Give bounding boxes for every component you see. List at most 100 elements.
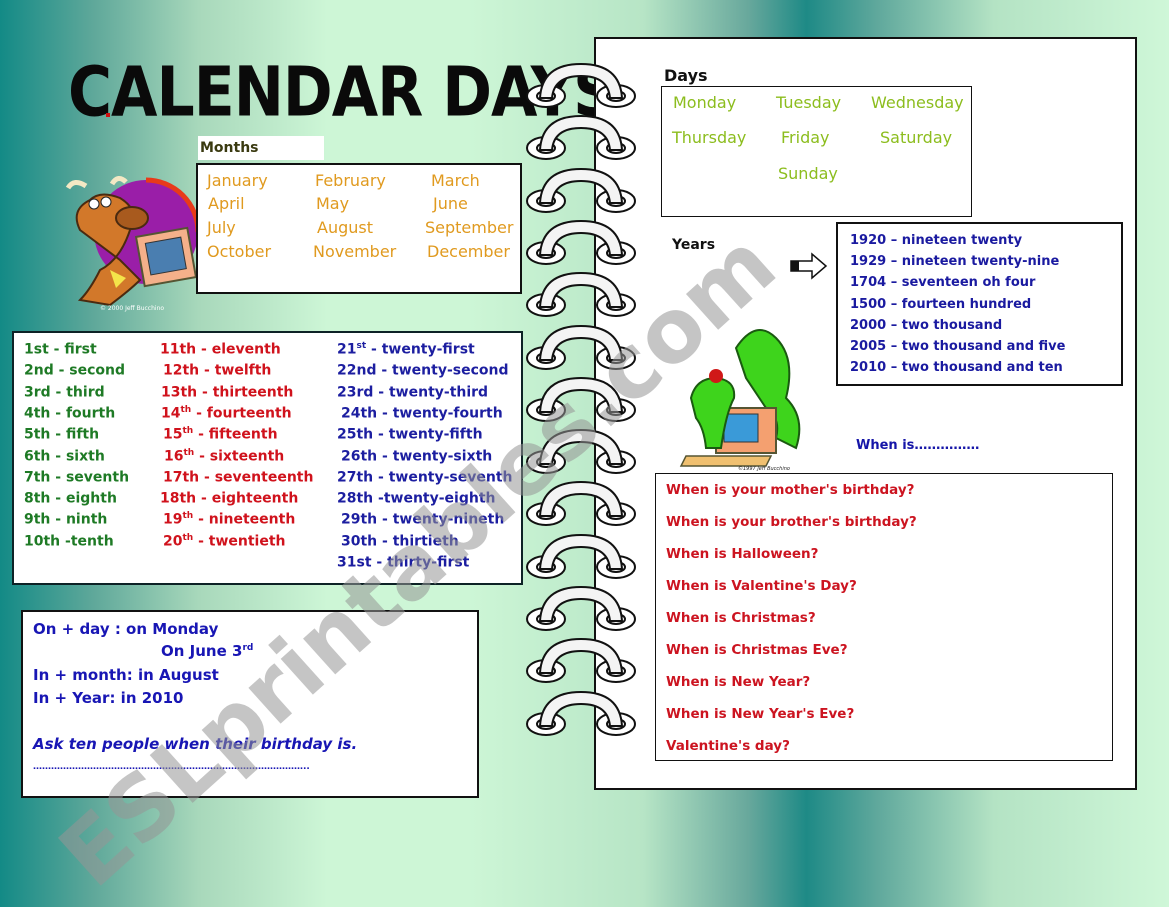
ordinal-item: 14th - fourteenth	[161, 405, 292, 422]
rule-on-date-sup: rd	[242, 643, 254, 653]
days-box: Monday Tuesday Wednesday Thursday Friday…	[661, 86, 972, 217]
ordinal-number: 15	[163, 426, 183, 443]
when-is-heading: When is……………	[856, 438, 980, 453]
month-december: December	[427, 242, 510, 261]
spiral-ring-icon	[522, 58, 640, 110]
ordinal-item: 8th - eighth	[24, 490, 117, 507]
ordinal-word: - twenty-nineth	[377, 512, 505, 529]
ordinal-word: - second	[53, 362, 126, 379]
dragon-computer-illustration: ©1997 Jeff Bucchino	[676, 318, 806, 472]
ordinal-word: - thirteenth	[197, 384, 294, 401]
ordinal-number: 14	[161, 405, 181, 422]
ordinal-suffix: th	[182, 426, 194, 437]
spiral-ring-icon	[522, 529, 640, 581]
ordinal-number: 7th	[24, 469, 51, 486]
month-july: July	[207, 218, 236, 237]
question-item: When is Christmas Eve?	[666, 642, 848, 658]
ordinal-number: 24th	[341, 405, 378, 422]
question-item: When is Valentine's Day?	[666, 578, 857, 594]
ordinal-word: - twelfth	[199, 362, 272, 379]
ordinal-number: 29th	[341, 512, 378, 529]
ordinal-item: 26th - twenty-sixth	[341, 448, 493, 465]
ordinal-number: 28th	[337, 490, 374, 507]
cow-credit: © 2000 Jeff Bucchino	[100, 305, 164, 312]
ordinal-number: 2nd	[24, 362, 54, 379]
ordinal-item: 18th - eighteenth	[160, 490, 298, 507]
ordinal-item: 24th - twenty-fourth	[341, 405, 503, 422]
prepositions-box: On + day : on Monday On June 3rd In + mo…	[21, 610, 479, 798]
ordinal-suffix: st	[356, 341, 367, 351]
spiral-ring-icon	[522, 686, 640, 738]
ordinal-number: 6th	[24, 448, 51, 465]
year-item: 1920 – nineteen twenty	[850, 233, 1023, 248]
spiral-ring-icon	[522, 320, 640, 372]
ordinal-word: -tenth	[60, 533, 114, 550]
ordinal-number: 18th	[160, 490, 197, 507]
ordinal-word: - twenty-second	[376, 362, 509, 379]
day-thursday: Thursday	[672, 128, 747, 147]
ordinal-word: - twenty-third	[373, 384, 489, 401]
ordinal-item: 31st - thirty-first	[337, 554, 469, 571]
ordinal-word: - sixth	[50, 448, 105, 465]
ordinal-word: - third	[50, 384, 105, 401]
ordinal-word: - twenty-sixth	[377, 448, 493, 465]
ordinal-number: 25th	[337, 426, 374, 443]
ordinal-number: 30th	[341, 533, 378, 550]
ordinal-item: 16th - sixteenth	[164, 448, 284, 465]
spiral-ring-icon	[522, 372, 640, 424]
ordinal-number: 22nd	[337, 362, 377, 379]
ordinal-item: 22nd - twenty-second	[337, 362, 509, 379]
ordinal-item: 7th - seventh	[24, 469, 129, 486]
month-november: November	[313, 242, 397, 261]
ordinal-word: - twenty-first	[366, 341, 475, 358]
ordinal-item: 3rd - third	[24, 384, 105, 401]
task-instruction: Ask ten people when their birthday is.	[33, 735, 358, 753]
cow-computer-illustration: © 2000 Jeff Bucchino	[60, 170, 201, 315]
months-label: Months	[198, 136, 324, 160]
ordinal-word: - thirtieth	[377, 533, 459, 550]
day-sunday: Sunday	[778, 164, 838, 183]
question-item: When is Christmas?	[666, 610, 816, 626]
month-october: October	[207, 242, 272, 261]
year-item: 2010 – two thousand and ten	[850, 360, 1063, 375]
ordinal-suffix: th	[180, 404, 192, 415]
ordinal-number: 17th	[163, 469, 200, 486]
ordinal-number: 16	[164, 448, 184, 465]
ordinal-number: 21	[337, 341, 357, 358]
answer-line[interactable]: ………………………………………………………………………………..	[33, 762, 310, 772]
ordinal-item: 11th - eleventh	[160, 341, 281, 358]
question-item: When is your brother's birthday?	[666, 514, 917, 530]
spiral-ring-icon	[522, 581, 640, 633]
rule-on-date: On June 3rd	[161, 642, 253, 660]
ordinal-number: 3rd	[24, 384, 51, 401]
question-item: When is New Year's Eve?	[666, 706, 855, 722]
ordinal-word: -twenty-eighth	[373, 490, 496, 507]
ordinal-number: 10th	[24, 533, 61, 550]
question-item: When is Halloween?	[666, 546, 819, 562]
ordinal-item: 13th - thirteenth	[161, 384, 294, 401]
ordinal-item: 10th -tenth	[24, 533, 114, 550]
month-april: April	[208, 194, 245, 213]
questions-box: When is your mother's birthday? When is …	[655, 473, 1113, 761]
ordinal-item: 12th - twelfth	[163, 362, 271, 379]
year-item: 2005 – two thousand and five	[850, 339, 1066, 354]
ordinal-item: 21st - twenty-first	[337, 341, 475, 358]
spiral-ring-icon	[522, 163, 640, 215]
spiral-ring-icon	[522, 215, 640, 267]
year-item: 1704 – seventeen oh four	[850, 275, 1036, 290]
ordinal-item: 23rd - twenty-third	[337, 384, 489, 401]
ordinal-numbers-box: 1st - first 2nd - second 3rd - third 4th - …	[12, 331, 523, 585]
ordinal-word: - ninth	[50, 512, 108, 529]
ordinal-number: 20	[163, 533, 183, 550]
year-item: 1929 – nineteen twenty-nine	[850, 254, 1060, 269]
month-june: June	[433, 194, 468, 213]
spiral-ring-icon	[522, 424, 640, 476]
ordinal-item: 27th - twenty-seventh	[337, 469, 513, 485]
month-march: March	[431, 171, 480, 190]
ordinal-word: - nineteenth	[193, 512, 296, 529]
month-september: September	[425, 218, 514, 237]
ordinal-number: 9th	[24, 512, 51, 529]
spiral-ring-icon	[522, 110, 640, 162]
months-box: January February March April May June Ju…	[196, 163, 522, 294]
ordinal-number: 13th	[161, 384, 198, 401]
